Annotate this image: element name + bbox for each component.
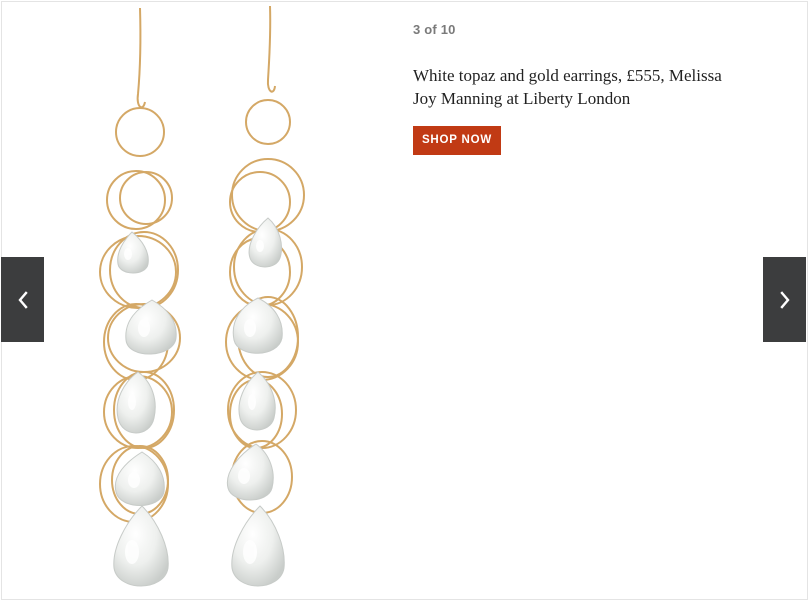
product-image — [46, 2, 406, 599]
gallery-slide: 3 of 10 White topaz and gold earrings, £… — [1, 1, 808, 600]
earrings-illustration — [99, 5, 305, 587]
previous-slide-button[interactable] — [1, 257, 44, 342]
chevron-left-icon — [17, 290, 28, 309]
chevron-right-icon — [779, 290, 790, 309]
shop-now-button[interactable]: SHOP NOW — [413, 126, 501, 155]
product-caption: White topaz and gold earrings, £555, Mel… — [413, 66, 722, 108]
slide-counter: 3 of 10 — [413, 22, 456, 37]
next-slide-button[interactable] — [763, 257, 806, 342]
